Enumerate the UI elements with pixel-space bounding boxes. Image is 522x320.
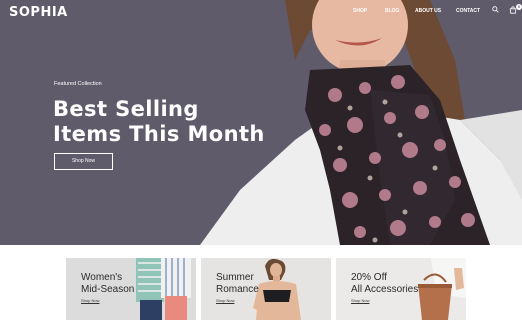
collection-title-line-1: Women's <box>81 272 123 283</box>
collection-title-line-2: Mid-Season <box>81 284 135 295</box>
collection-title-line-2: All Accessories <box>351 284 419 295</box>
collection-link-womens[interactable]: Shop Now <box>81 298 99 303</box>
hero-headline-line-1: Best Selling <box>53 97 199 121</box>
search-icon[interactable] <box>492 6 499 15</box>
shop-now-button[interactable]: Shop Now <box>54 153 113 170</box>
collection-link-summer[interactable]: Shop Now <box>216 298 234 303</box>
collection-card-womens[interactable]: Women's Mid-Season Shop Now <box>66 258 196 320</box>
top-navigation: SOPHIA SHOP BLOG ABOUT US CONTACT 0 <box>0 0 522 24</box>
nav-item-blog[interactable]: BLOG <box>385 8 399 14</box>
collection-card-summer[interactable]: Summer Romance Shop Now <box>201 258 331 320</box>
collection-card-accessories[interactable]: 20% Off All Accessories Shop Now <box>336 258 466 320</box>
hero-banner: SOPHIA SHOP BLOG ABOUT US CONTACT 0 Feat… <box>0 0 522 245</box>
brand-logo[interactable]: SOPHIA <box>9 5 68 20</box>
nav-item-about-us[interactable]: ABOUT US <box>415 8 441 14</box>
hero-headline-line-2: Items This Month <box>53 122 265 146</box>
collections-section: Women's Mid-Season Shop Now Summer Roman… <box>0 245 522 320</box>
collection-title-line-1: Summer <box>216 272 254 283</box>
collection-link-accessories[interactable]: Shop Now <box>351 298 369 303</box>
collection-title-line-2: Romance <box>216 284 259 295</box>
collection-title-womens: Women's Mid-Season <box>81 272 134 296</box>
collection-title-line-1: 20% Off <box>351 272 387 283</box>
hero-eyebrow: Featured Collection <box>54 81 102 87</box>
hero-headline: Best Selling Items This Month <box>53 97 265 147</box>
collection-title-summer: Summer Romance <box>216 272 259 296</box>
nav-item-contact[interactable]: CONTACT <box>456 8 480 14</box>
cart-count-badge: 0 <box>516 4 522 10</box>
nav-item-shop[interactable]: SHOP <box>353 8 367 14</box>
collection-title-accessories: 20% Off All Accessories <box>351 272 418 296</box>
